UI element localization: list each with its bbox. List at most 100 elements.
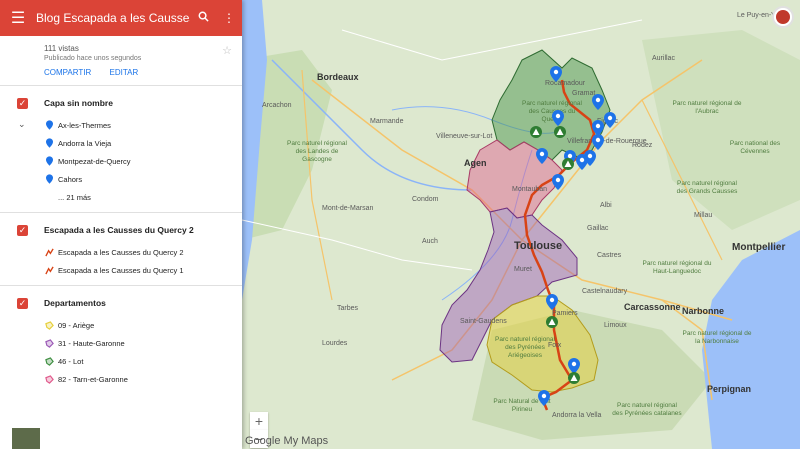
place-label: Limoux — [604, 322, 627, 329]
park-label: Parc naturel régional des Pyrénées catal… — [612, 402, 682, 417]
layer-checkbox[interactable]: ✓ — [17, 97, 28, 109]
layer-departamentos: ✓ Departamentos 09 - Ariège 31 - Haute-G… — [0, 286, 242, 394]
place-label: Andorra la Vella — [552, 412, 602, 419]
layer-title[interactable]: Escapada a les Causses du Quercy 2 — [44, 225, 194, 235]
place-label: Narbonne — [682, 306, 725, 316]
campsite-marker-icon[interactable] — [568, 372, 580, 384]
list-item-label: Cahors — [58, 174, 83, 184]
place-label: Montpellier — [732, 242, 786, 253]
place-label: Muret — [514, 266, 532, 273]
place-label: Mont-de-Marsan — [322, 205, 374, 212]
list-item[interactable]: 31 - Haute-Garonne — [0, 334, 242, 352]
map-pin-icon[interactable] — [592, 134, 604, 150]
list-item[interactable]: Andorra la Vieja — [0, 134, 242, 152]
list-item[interactable]: Escapada a les Causses du Quercy 2 — [0, 243, 242, 261]
place-label: Auch — [422, 238, 438, 245]
park-label: Parc naturel régional de la Narbonnaise — [682, 330, 752, 345]
view-count: 111 vistas — [44, 44, 79, 53]
map-pin-icon[interactable] — [536, 148, 548, 164]
place-label: Toulouse — [514, 240, 563, 252]
place-label: Perpignan — [707, 384, 752, 394]
polygon-icon — [44, 320, 54, 330]
list-item[interactable]: Cahors — [0, 170, 242, 188]
place-label: Aurillac — [652, 55, 675, 62]
map-pin-icon[interactable] — [584, 150, 596, 166]
list-item-label: 31 - Haute-Garonne — [58, 338, 125, 348]
place-label: Carcassonne — [624, 302, 681, 312]
place-label: Castres — [597, 252, 622, 259]
blue-pin-icon — [44, 174, 54, 184]
edit-button[interactable]: EDITAR — [110, 68, 139, 77]
star-icon[interactable]: ☆ — [222, 44, 232, 57]
list-item[interactable]: 09 - Ariège — [0, 316, 242, 334]
panel-header: ☰ Blog Escapada a les Causses... ⋮ — [0, 0, 242, 36]
map-canvas[interactable]: Bordeaux Arcachon Marmande Agen Villeneu… — [242, 0, 800, 449]
map-pin-icon[interactable] — [592, 94, 604, 110]
blue-pin-icon — [44, 138, 54, 148]
place-label: Villeneuve-sur-Lot — [436, 133, 493, 140]
park-label: Parc naturel régional du Haut-Languedoc — [642, 260, 712, 275]
place-label: Saint-Gaudens — [460, 318, 507, 325]
list-item[interactable]: ⌄ Ax-les-Thermes — [0, 116, 242, 134]
list-item[interactable]: Montpezat-de-Quercy — [0, 152, 242, 170]
campsite-marker-icon[interactable] — [530, 126, 542, 138]
blue-pin-icon — [44, 156, 54, 166]
chevron-down-icon[interactable]: ⌄ — [18, 119, 26, 130]
layer-title[interactable]: Departamentos — [44, 298, 106, 308]
list-item-label: Escapada a les Causses du Quercy 1 — [58, 265, 184, 275]
base-map-thumbnail[interactable] — [12, 428, 40, 449]
park-label: Parc national des Cévennes — [729, 140, 781, 155]
more-items-label: ... 21 más — [58, 192, 91, 202]
list-item-label: Ax-les-Thermes — [58, 120, 111, 130]
place-label: Albi — [600, 202, 612, 209]
polygon-icon — [44, 374, 54, 384]
map-pin-icon[interactable] — [604, 112, 616, 128]
avatar-image — [776, 10, 790, 24]
zoom-in-button[interactable]: + — [250, 412, 268, 430]
map-title[interactable]: Blog Escapada a les Causses... — [36, 11, 190, 25]
place-label: Tarbes — [337, 305, 359, 312]
list-item-label: 82 - Tarn-et-Garonne — [58, 374, 128, 384]
polygon-icon — [44, 356, 54, 366]
map-info: 111 vistas Publicado hace unos segundos … — [0, 36, 242, 86]
menu-icon[interactable]: ☰ — [0, 8, 36, 28]
side-panel: ☰ Blog Escapada a les Causses... ⋮ 111 v… — [0, 0, 242, 449]
list-item-label: Montpezat-de-Quercy — [58, 156, 131, 166]
list-item-label: 09 - Ariège — [58, 320, 95, 330]
layer-checkbox[interactable]: ✓ — [17, 297, 28, 309]
map-pin-icon[interactable] — [550, 66, 562, 82]
layer-title[interactable]: Capa sin nombre — [44, 98, 113, 108]
park-label: Parc naturel régional des Grands Causses — [676, 180, 738, 195]
avatar[interactable] — [772, 6, 794, 28]
layer-escapada: ✓ Escapada a les Causses du Quercy 2 Esc… — [0, 213, 242, 286]
map-pin-icon[interactable] — [546, 294, 558, 310]
place-label: Bordeaux — [317, 72, 359, 82]
map-pin-icon[interactable] — [538, 390, 550, 406]
list-item-label: 46 - Lot — [58, 356, 84, 366]
published-time: Publicado hace unos segundos — [44, 55, 142, 62]
list-item[interactable]: 46 - Lot — [0, 352, 242, 370]
share-button[interactable]: COMPARTIR — [44, 68, 91, 77]
place-label: Castelnaudary — [582, 288, 628, 295]
place-label: Gaillac — [587, 225, 609, 232]
layer-checkbox[interactable]: ✓ — [17, 224, 28, 236]
more-vert-icon[interactable]: ⋮ — [216, 11, 242, 25]
campsite-marker-icon[interactable] — [546, 316, 558, 328]
map-pin-icon[interactable] — [552, 110, 564, 126]
list-item[interactable]: Escapada a les Causses du Quercy 1 — [0, 261, 242, 279]
search-icon[interactable] — [190, 11, 216, 25]
blue-pin-icon — [44, 120, 54, 130]
polygon-icon — [44, 338, 54, 348]
list-item[interactable]: 82 - Tarn-et-Garonne — [0, 370, 242, 388]
place-label: Millau — [694, 212, 713, 219]
more-items-link[interactable]: ... 21 más — [0, 188, 242, 206]
route-line-icon — [44, 266, 54, 275]
map-attribution: Google My Maps — [245, 435, 329, 447]
campsite-marker-icon[interactable] — [554, 126, 566, 138]
campsite-marker-icon[interactable] — [562, 158, 574, 170]
park-label: Parc naturel régional de l'Aubrac — [672, 100, 742, 115]
map-pin-icon[interactable] — [552, 174, 564, 190]
list-item-label: Andorra la Vieja — [58, 138, 112, 148]
map-background — [242, 0, 800, 449]
place-label: Montauban — [512, 186, 548, 193]
